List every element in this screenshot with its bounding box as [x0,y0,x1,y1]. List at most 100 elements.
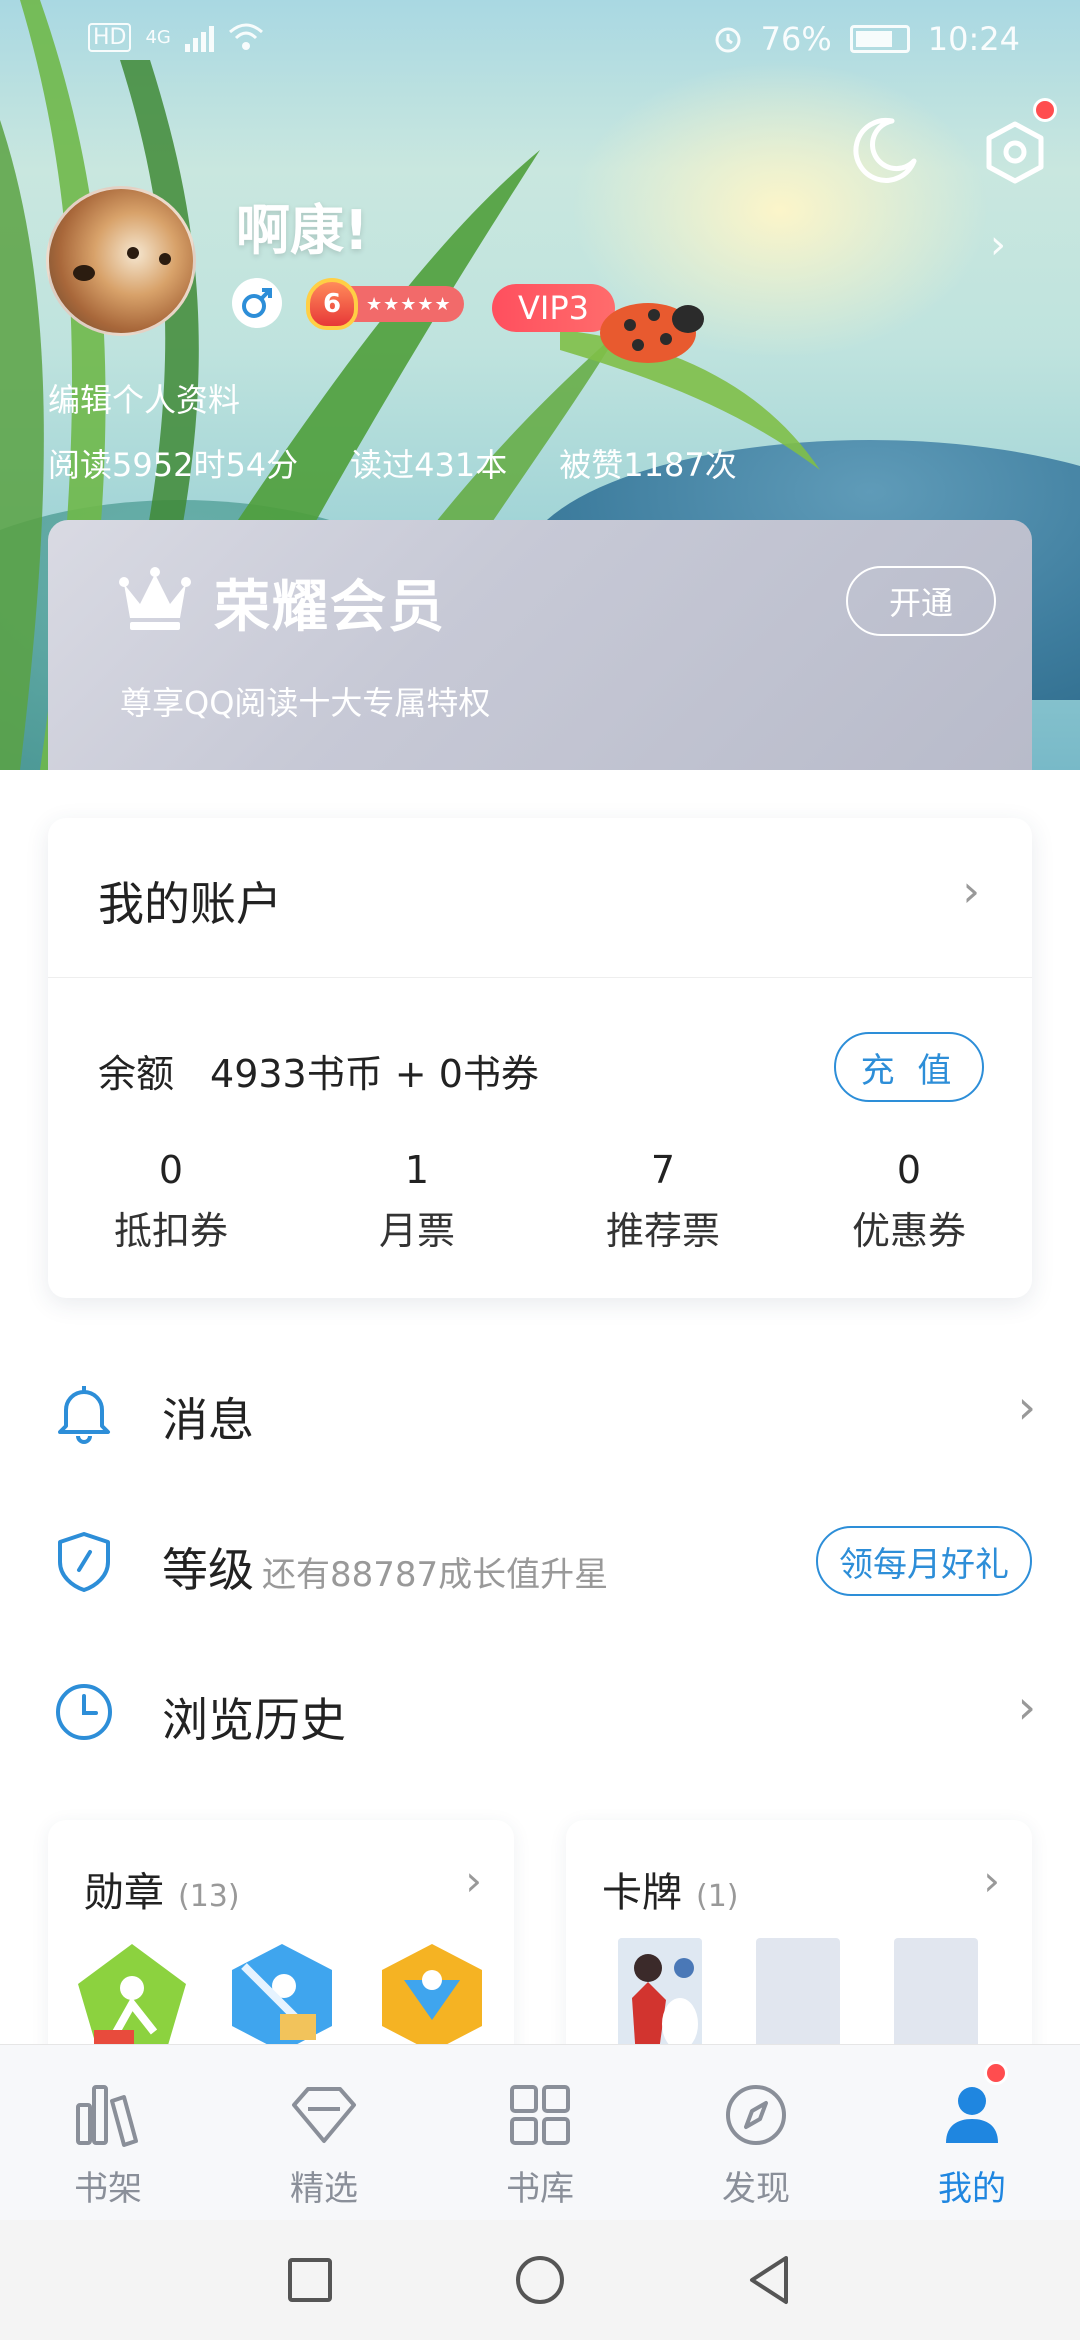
stat-value: 0 [896,1148,922,1192]
level-number: 6 [306,278,358,330]
medals-count: (13) [178,1879,240,1914]
cards-count: (1) [696,1879,739,1914]
menu-item-history[interactable]: 浏览历史 › [0,1650,1080,1770]
recharge-button[interactable]: 充 值 [834,1032,984,1102]
tab-bookshelf[interactable]: 书架 [0,2045,216,2220]
avatar[interactable] [46,186,196,336]
level-hint: 还有88787成长值升星 [262,1555,609,1595]
account-header[interactable]: 我的账户 › [48,818,1032,978]
grid-icon [510,2085,570,2145]
menu-item-level[interactable]: 等级 还有88787成长值升星 领每月好礼 [0,1500,1080,1620]
chevron-right-icon: › [465,1856,482,1905]
deduction-coupon-stat[interactable]: 0 抵扣券 [48,1148,294,1255]
battery-percent: 76% [760,20,832,58]
avatar-eye [127,247,139,259]
chevron-right-icon: › [962,866,980,917]
tab-label: 精选 [290,2169,358,2209]
medal-icon [78,1944,186,2052]
battery-icon [849,25,910,53]
crown-icon [119,567,191,630]
monthly-gift-button[interactable]: 领每月好礼 [816,1526,1032,1596]
medal-icon [382,1944,482,2052]
medal-icon [232,1944,332,2052]
me-notification-dot [984,2061,1008,2085]
network-label: 4G [145,26,171,48]
likes-stat: 被赞1187次 [559,446,737,484]
level-title: 等级 [162,1543,254,1597]
edit-profile-link[interactable]: 编辑个人资料 [48,375,240,421]
settings-notification-dot [1033,98,1057,122]
level-badge[interactable]: 6 ★★★★★ [306,278,464,330]
level-label: 等级 还有88787成长值升星 [162,1534,608,1600]
tab-featured[interactable]: 精选 [216,2045,432,2220]
member-title: 荣耀会员 [214,575,446,640]
username[interactable]: 啊康! [236,186,369,265]
avatar-nose [73,265,95,281]
signal-icon [184,22,214,52]
balance-row: 余额 4933书币 + 0书券 [98,1043,539,1098]
menu-item-messages[interactable]: 消息 › [0,1350,1080,1470]
hd-indicator: HD [88,22,132,52]
shield-icon [58,1532,110,1592]
tab-label: 书库 [506,2169,574,2209]
stat-value: 1 [404,1148,430,1192]
stat-label: 推荐票 [605,1209,720,1253]
back-icon[interactable] [740,2250,800,2310]
cards-title: 卡牌 (1) [602,1860,739,1918]
reading-time-stat: 阅读5952时54分 [48,446,299,484]
tab-library[interactable]: 书库 [432,2045,648,2220]
alarm-icon [715,27,741,53]
tab-label: 我的 [938,2169,1006,2209]
chevron-right-icon: › [1017,1680,1036,1734]
bottom-navigation: 书架 精选 书库 发现 我的 [0,2044,1080,2220]
chevron-right-icon: › [1017,1380,1036,1434]
member-subtitle: 尊享QQ阅读十大专属特权 [120,684,491,722]
night-mode-icon[interactable] [850,115,920,185]
diamond-icon [292,2087,356,2143]
status-bar: HD 4G 76% 10:24 [0,0,1080,80]
stat-value: 0 [158,1148,184,1192]
stat-label: 月票 [378,1209,455,1253]
home-icon[interactable] [510,2250,570,2310]
discount-coupon-stat[interactable]: 0 优惠券 [786,1148,1032,1255]
account-title: 我的账户 [98,877,282,931]
books-read-stat: 读过431本 [350,446,508,484]
messages-label: 消息 [162,1393,254,1447]
stat-label: 抵扣券 [113,1209,228,1253]
avatar-eye [159,253,171,265]
ladybug-illustration [600,303,704,363]
settings-icon[interactable] [985,120,1045,185]
tab-label: 书架 [74,2169,142,2209]
tab-me[interactable]: 我的 [864,2045,1080,2220]
medals-title-text: 勋章 [84,1870,164,1916]
compass-icon [726,2085,786,2145]
clock: 10:24 [927,20,1020,58]
open-membership-button[interactable]: 开通 [846,566,996,636]
clock-icon [56,1684,112,1740]
history-label: 浏览历史 [162,1693,346,1747]
tab-discover[interactable]: 发现 [648,2045,864,2220]
monthly-ticket-stat[interactable]: 1 月票 [294,1148,540,1255]
reading-stats: 阅读5952时54分 读过431本 被赞1187次 [48,440,737,486]
wifi-icon [228,23,263,50]
person-icon [946,2087,998,2143]
account-card: 我的账户 › 余额 4933书币 + 0书券 充 值 0 抵扣券 1 月票 7 … [48,818,1032,1298]
system-navigation-bar [0,2220,1080,2340]
medals-title: 勋章 (13) [84,1860,240,1918]
tab-label: 发现 [722,2169,790,2209]
bell-icon [58,1386,110,1444]
account-stats: 0 抵扣券 1 月票 7 推荐票 0 优惠券 [48,1148,1032,1255]
level-stars-icon: ★★★★★ [348,286,464,322]
bookshelf-icon [76,2085,138,2147]
recommend-ticket-stat[interactable]: 7 推荐票 [540,1148,786,1255]
honor-member-card[interactable]: 荣耀会员 尊享QQ阅读十大专属特权 开通 [48,520,1032,770]
chevron-right-icon: › [983,1856,1000,1905]
stat-label: 优惠券 [851,1209,966,1253]
stat-value: 7 [650,1148,676,1192]
recent-apps-icon[interactable] [280,2250,340,2310]
male-gender-icon [232,278,282,328]
balance-value: 4933书币 + 0书券 [210,1052,539,1096]
profile-chevron-icon[interactable]: › [990,222,1006,268]
balance-label: 余额 [98,1052,175,1096]
cards-title-text: 卡牌 [602,1870,682,1916]
